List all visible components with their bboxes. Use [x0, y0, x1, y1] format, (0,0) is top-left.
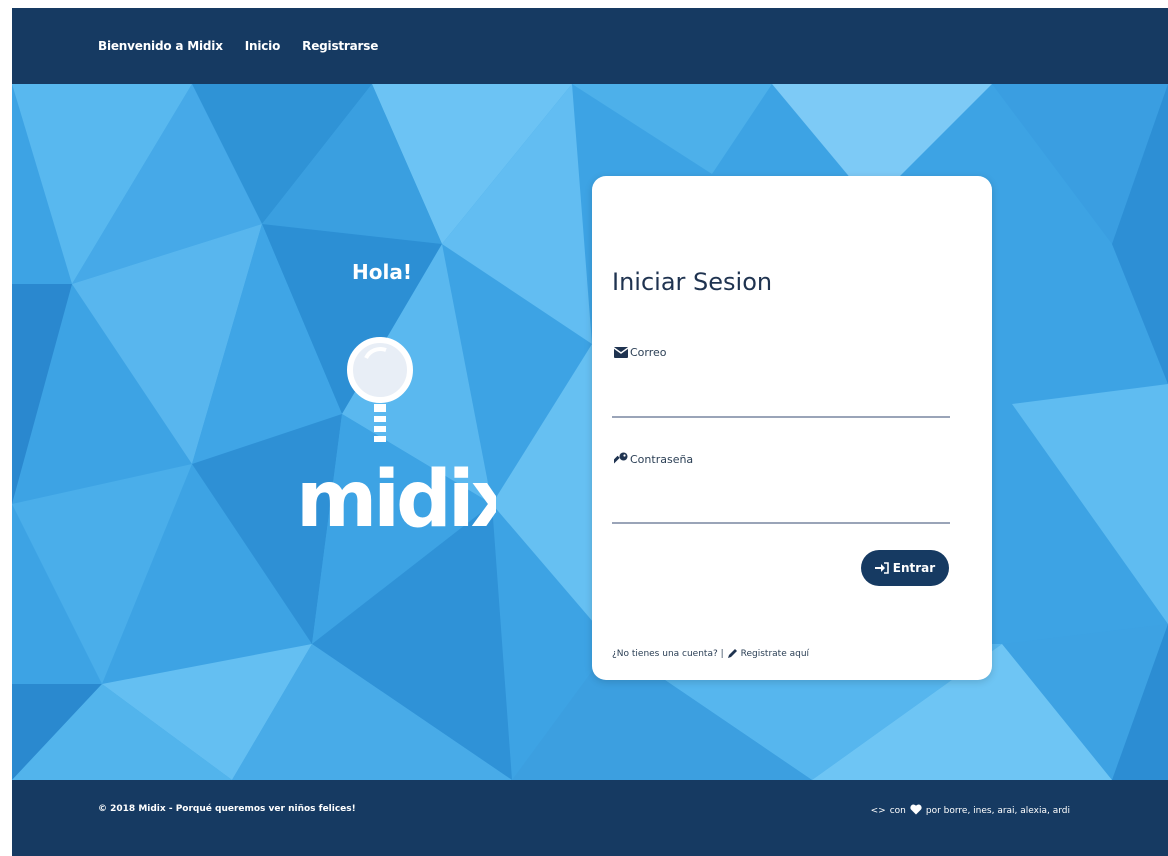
- login-title: Iniciar Sesion: [612, 268, 773, 296]
- page-frame: Bienvenido a Midix Inicio Registrarse Ho…: [12, 8, 1168, 856]
- pencil-icon: [727, 648, 738, 659]
- register-link-text: Registrate aquí: [740, 648, 810, 659]
- login-card: Iniciar Sesion Correo Contraseña Entrar …: [592, 176, 992, 680]
- email-label: Correo: [614, 346, 667, 359]
- hero-section: Hola! midix Iniciar Sesion Correo Contra…: [12, 84, 1168, 780]
- email-field[interactable]: [612, 390, 950, 418]
- nav-brand-link[interactable]: Bienvenido a Midix: [98, 39, 223, 53]
- entrar-button[interactable]: Entrar: [861, 550, 949, 586]
- hero-greeting: Hola!: [352, 260, 412, 284]
- heart-icon: [910, 804, 922, 818]
- lowpoly-background: [12, 84, 1168, 780]
- password-field[interactable]: [612, 496, 950, 524]
- entrar-label: Entrar: [892, 561, 936, 575]
- footer-credits: <> con por borre, ines, arai, alexia, ar…: [869, 804, 1072, 818]
- code-icon: <>: [870, 806, 886, 816]
- logo-wordmark: midix: [296, 455, 496, 530]
- nav-link-inicio[interactable]: Inicio: [245, 39, 281, 53]
- no-account-text: ¿No tienes una cuenta? |: [612, 648, 724, 659]
- envelope-icon: [614, 347, 628, 358]
- password-label: Contraseña: [614, 452, 693, 466]
- key-icon: [614, 452, 628, 466]
- midix-logo: midix: [296, 337, 496, 530]
- footer: © 2018 Midix - Porqué queremos ver niños…: [12, 780, 1168, 856]
- register-prompt: ¿No tienes una cuenta? | Registrate aquí: [612, 648, 809, 659]
- footer-credits-text: por borre, ines, arai, alexia, ardi: [925, 806, 1070, 816]
- nav-link-registrarse[interactable]: Registrarse: [302, 39, 378, 53]
- sign-in-icon: [874, 562, 889, 574]
- footer-con: con: [889, 806, 906, 816]
- navbar: Bienvenido a Midix Inicio Registrarse: [12, 8, 1168, 84]
- password-label-text: Contraseña: [630, 452, 694, 466]
- register-link[interactable]: Registrate aquí: [724, 648, 809, 659]
- email-label-text: Correo: [630, 346, 667, 359]
- footer-copyright: © 2018 Midix - Porqué queremos ver niños…: [98, 804, 356, 814]
